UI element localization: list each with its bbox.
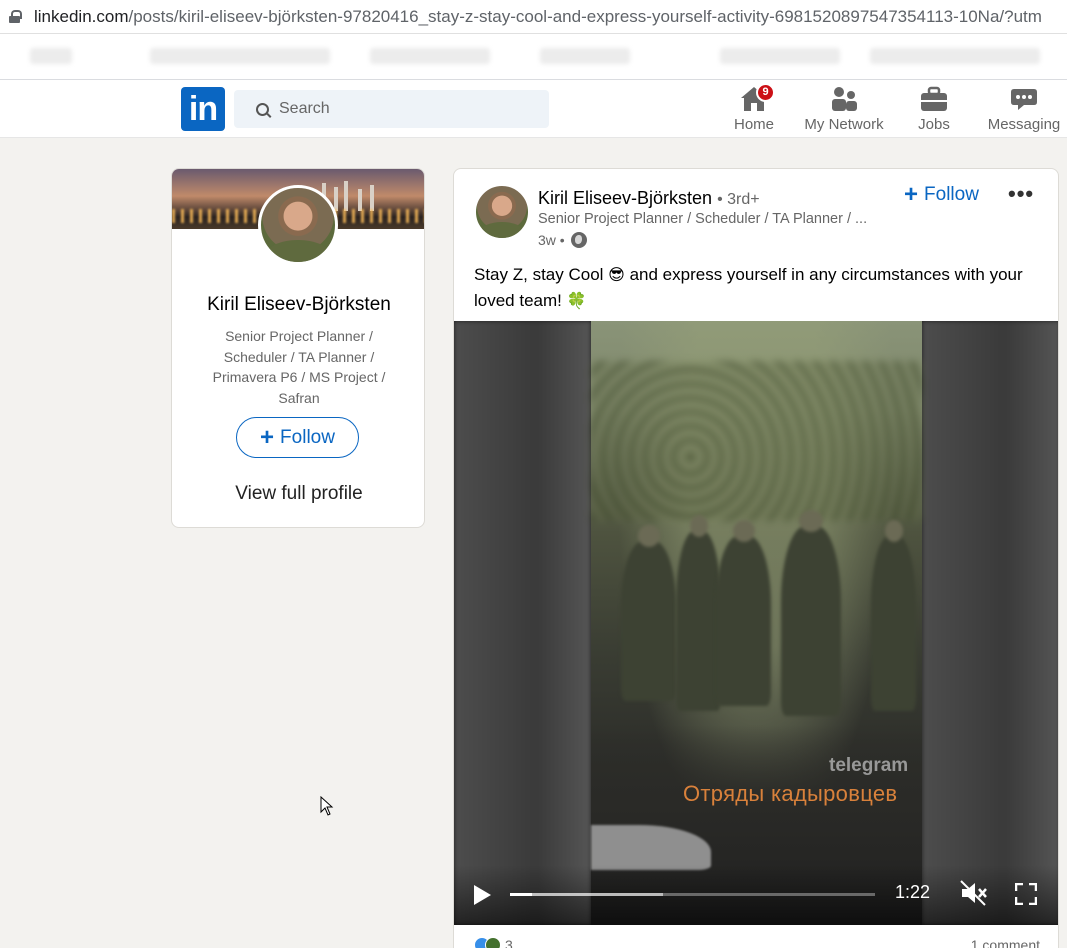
- profile-headline: Senior Project Planner / Scheduler / TA …: [212, 328, 386, 406]
- bookmark-item[interactable]: [150, 48, 330, 64]
- home-icon: 9: [726, 80, 782, 112]
- plus-icon: +: [260, 423, 275, 451]
- author-avatar[interactable]: [474, 184, 530, 240]
- post-follow-button[interactable]: + Follow: [904, 183, 979, 207]
- more-options-icon[interactable]: •••: [1008, 181, 1034, 207]
- plus-icon: +: [904, 181, 919, 208]
- avatar[interactable]: [258, 185, 338, 265]
- mouse-cursor-icon: [320, 796, 334, 816]
- sunglasses-emoji-icon: 😎: [608, 267, 625, 284]
- author-name[interactable]: Kiril Eliseev-Björksten: [538, 188, 712, 208]
- chat-icon: [984, 80, 1064, 112]
- comments-count[interactable]: 1 comment: [971, 937, 1040, 948]
- buffered-bar: [510, 893, 664, 896]
- bookmark-item[interactable]: [540, 48, 630, 64]
- nav-item-jobs[interactable]: Jobs: [912, 80, 956, 138]
- linkedin-global-nav: in 9 Home My Network Jobs Messaging: [0, 80, 1067, 138]
- connection-degree: • 3rd+: [717, 191, 760, 208]
- post-card: Kiril Eliseev-Björksten • 3rd+ Senior Pr…: [453, 168, 1059, 948]
- url-host: linkedin.com: [34, 6, 129, 26]
- follow-label: Follow: [280, 426, 335, 448]
- bookmark-item[interactable]: [30, 48, 72, 64]
- nav-item-messaging[interactable]: Messaging: [984, 80, 1064, 138]
- profile-name[interactable]: Kiril Eliseev-Björksten: [172, 294, 424, 316]
- url-path: /posts/kiril-eliseev-björksten-97820416_…: [128, 6, 1042, 26]
- post-text-part: Stay Z, stay Cool: [474, 265, 609, 284]
- nav-item-label: Home: [733, 116, 774, 133]
- nav-item-label: Jobs: [918, 116, 950, 133]
- video-caption: Отряды кадыровцев: [683, 781, 898, 806]
- nav-item-home[interactable]: 9 Home: [726, 80, 782, 138]
- bookmark-item[interactable]: [870, 48, 1040, 64]
- video-player[interactable]: telegram Отряды кадыровцев 1:22: [454, 321, 1058, 925]
- profile-card: Kiril Eliseev-Björksten Senior Project P…: [171, 168, 425, 528]
- search-box[interactable]: [234, 90, 549, 128]
- video-controls: 1:22: [454, 865, 1058, 925]
- bookmark-item[interactable]: [370, 48, 490, 64]
- follow-label: Follow: [924, 184, 979, 205]
- url-text[interactable]: linkedin.com/posts/kiril-eliseev-björkst…: [34, 7, 1042, 27]
- post-age: 3w •: [538, 232, 565, 248]
- search-input[interactable]: [279, 100, 519, 118]
- support-reaction-icon: [485, 937, 501, 948]
- video-blur-right: [922, 321, 1058, 925]
- social-counts: 3 1 comment: [474, 937, 1040, 948]
- clover-emoji-icon: 🍀: [566, 293, 587, 310]
- post-author[interactable]: Kiril Eliseev-Björksten • 3rd+: [538, 188, 760, 209]
- nav-item-label: Messaging: [987, 116, 1061, 133]
- video-blur-left: [454, 321, 591, 925]
- bookmarks-bar: [0, 34, 1067, 80]
- video-duration: 1:22: [895, 882, 931, 902]
- globe-icon: [570, 232, 587, 248]
- fullscreen-icon[interactable]: [1015, 883, 1037, 905]
- video-progress-bar[interactable]: [510, 893, 875, 896]
- lock-icon: [9, 10, 22, 23]
- play-icon[interactable]: [474, 885, 491, 905]
- linkedin-logo[interactable]: in: [181, 87, 225, 131]
- progress-fill: [510, 893, 532, 896]
- nav-item-my-network[interactable]: My Network: [800, 80, 888, 138]
- author-subtitle: Senior Project Planner / Scheduler / TA …: [538, 211, 868, 227]
- post-text: Stay Z, stay Cool 😎 and express yourself…: [474, 262, 1034, 314]
- nav-item-label: My Network: [804, 116, 884, 133]
- browser-address-bar[interactable]: linkedin.com/posts/kiril-eliseev-björkst…: [0, 0, 1067, 34]
- video-frame: [591, 321, 922, 925]
- bookmark-item[interactable]: [720, 48, 840, 64]
- reactions-count[interactable]: 3: [505, 937, 513, 948]
- view-full-profile-link[interactable]: View full profile: [172, 483, 424, 505]
- briefcase-icon: [912, 80, 956, 112]
- post-timestamp: 3w •: [538, 232, 587, 248]
- muted-speaker-icon[interactable]: [960, 880, 988, 906]
- network-icon: [800, 80, 888, 112]
- video-watermark: telegram: [829, 755, 909, 776]
- search-icon: [256, 102, 269, 116]
- follow-button[interactable]: + Follow: [236, 417, 359, 458]
- notification-badge: 9: [756, 83, 775, 102]
